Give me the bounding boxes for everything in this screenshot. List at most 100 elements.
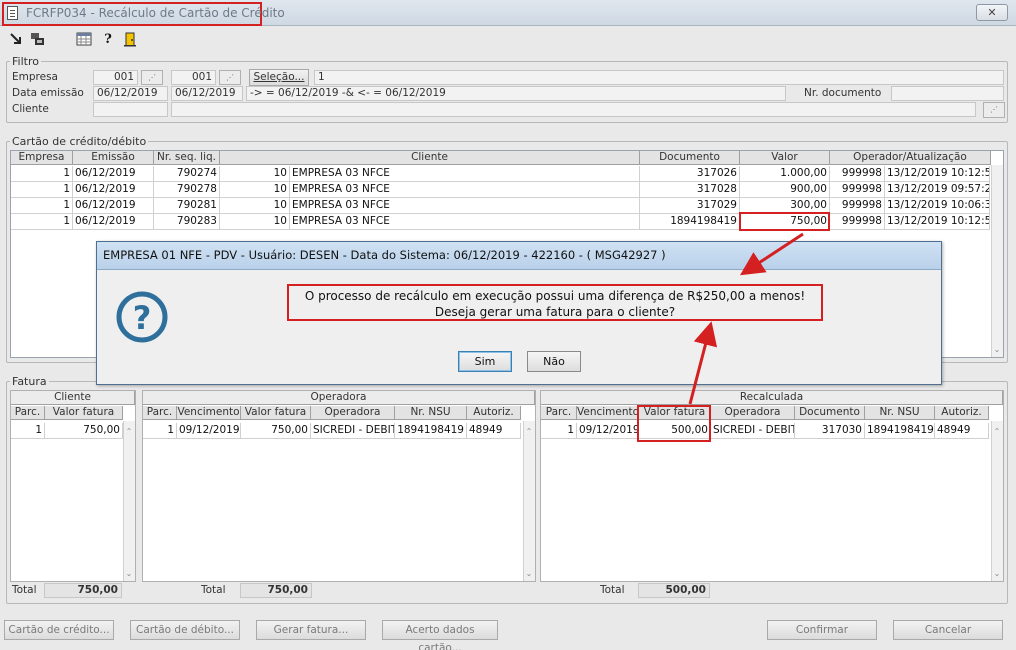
help-icon[interactable]: ?: [100, 32, 116, 48]
card-row-3-cell-8[interactable]: 13/12/2019 10:12:54: [885, 214, 990, 230]
col-operadora[interactable]: Operadora: [711, 406, 795, 420]
operadora-autoriz-cell[interactable]: 48949: [467, 423, 521, 439]
col-emissao[interactable]: Emissão: [73, 151, 154, 165]
col-valor[interactable]: Valor: [740, 151, 830, 165]
col-vencimento[interactable]: Vencimento: [577, 406, 639, 420]
col-parc[interactable]: Parc.: [11, 406, 45, 420]
scroll-down-icon[interactable]: ⌄: [991, 569, 1003, 579]
card-row-0-cell-6[interactable]: 1.000,00: [740, 166, 830, 182]
card-row-1-cell-5[interactable]: 317028: [640, 182, 740, 198]
empresa-lookup-button-1[interactable]: ⋰: [141, 70, 163, 85]
door-icon[interactable]: [122, 32, 138, 48]
cliente-valor-cell[interactable]: 750,00: [45, 423, 123, 439]
nao-button[interactable]: Não: [527, 351, 581, 372]
card-row-1-cell-4[interactable]: EMPRESA 03 NFCE: [290, 182, 640, 198]
card-row-2-cell-5[interactable]: 317029: [640, 198, 740, 214]
card-row-2-cell-4[interactable]: EMPRESA 03 NFCE: [290, 198, 640, 214]
recalc-operadora-cell[interactable]: SICREDI - DEBIT: [711, 423, 795, 439]
col-parc[interactable]: Parc.: [541, 406, 577, 420]
card-row-3-cell-2[interactable]: 790283: [154, 214, 220, 230]
data-emissao-start[interactable]: 06/12/2019: [93, 86, 168, 101]
col-autoriz[interactable]: Autoriz.: [935, 406, 989, 420]
col-operadora[interactable]: Operadora: [311, 406, 395, 420]
cancelar-button[interactable]: Cancelar: [893, 620, 1003, 640]
gerar-fatura-button[interactable]: Gerar fatura...: [256, 620, 366, 640]
exit-icon[interactable]: [8, 32, 24, 48]
card-row-3-cell-7[interactable]: 999998: [830, 214, 885, 230]
card-row-1-cell-0[interactable]: 1: [11, 182, 73, 198]
col-vencimento[interactable]: Vencimento: [177, 406, 241, 420]
card-row-1-cell-8[interactable]: 13/12/2019 09:57:26: [885, 182, 990, 198]
data-emissao-end[interactable]: 06/12/2019: [171, 86, 243, 101]
col-valor-fatura[interactable]: Valor fatura: [45, 406, 123, 420]
scroll-up-icon[interactable]: ⌃: [991, 427, 1003, 437]
card-row-0-cell-7[interactable]: 999998: [830, 166, 885, 182]
col-parc[interactable]: Parc.: [143, 406, 177, 420]
nr-documento-field[interactable]: [891, 86, 1004, 101]
cliente-code-field[interactable]: [93, 102, 168, 117]
card-row-0-cell-1[interactable]: 06/12/2019: [73, 166, 154, 182]
card-row-1-cell-6[interactable]: 900,00: [740, 182, 830, 198]
col-operador[interactable]: Operador/Atualização: [830, 151, 991, 165]
card-grid-scrollbar[interactable]: [991, 165, 1003, 357]
card-row-3-cell-3[interactable]: 10: [220, 214, 290, 230]
sim-button[interactable]: Sim: [458, 351, 512, 372]
col-nr-nsu[interactable]: Nr. NSU: [395, 406, 467, 420]
card-row-3-cell-0[interactable]: 1: [11, 214, 73, 230]
scroll-down-icon[interactable]: ⌄: [991, 345, 1003, 355]
card-row-0-cell-0[interactable]: 1: [11, 166, 73, 182]
card-row-1-cell-1[interactable]: 06/12/2019: [73, 182, 154, 198]
recalc-vencimento-cell[interactable]: 09/12/2019: [577, 423, 639, 439]
acerto-dados-button[interactable]: Acerto dados cartão...: [382, 620, 498, 650]
recalc-nsu-cell[interactable]: 1894198419: [865, 423, 935, 439]
recalc-documento-cell[interactable]: 317030: [795, 423, 865, 439]
card-row-1-cell-3[interactable]: 10: [220, 182, 290, 198]
empresa-field-2[interactable]: 001: [171, 70, 216, 85]
scroll-up-icon[interactable]: ⌃: [523, 427, 535, 437]
recalc-autoriz-cell[interactable]: 48949: [935, 423, 989, 439]
recalc-scrollbar[interactable]: [991, 421, 1003, 581]
col-cliente[interactable]: Cliente: [220, 151, 640, 165]
col-documento[interactable]: Documento: [640, 151, 740, 165]
operadora-valor-cell[interactable]: 750,00: [241, 423, 311, 439]
empresa-lookup-button-2[interactable]: ⋰: [219, 70, 241, 85]
card-row-1-cell-7[interactable]: 999998: [830, 182, 885, 198]
card-row-3-cell-1[interactable]: 06/12/2019: [73, 214, 154, 230]
card-row-2-cell-2[interactable]: 790281: [154, 198, 220, 214]
operadora-scrollbar[interactable]: [523, 421, 535, 581]
card-row-2-cell-1[interactable]: 06/12/2019: [73, 198, 154, 214]
scroll-down-icon[interactable]: ⌄: [523, 569, 535, 579]
col-documento[interactable]: Documento: [795, 406, 865, 420]
card-row-3-cell-4[interactable]: EMPRESA 03 NFCE: [290, 214, 640, 230]
operadora-vencimento-cell[interactable]: 09/12/2019: [177, 423, 241, 439]
scroll-down-icon[interactable]: ⌄: [123, 569, 135, 579]
card-row-0-cell-5[interactable]: 317026: [640, 166, 740, 182]
close-button[interactable]: ✕: [976, 4, 1008, 21]
card-row-2-cell-0[interactable]: 1: [11, 198, 73, 214]
cartao-credito-button[interactable]: Cartão de crédito...: [4, 620, 114, 640]
card-row-3-cell-5[interactable]: 1894198419: [640, 214, 740, 230]
card-row-0-cell-4[interactable]: EMPRESA 03 NFCE: [290, 166, 640, 182]
card-row-1-cell-2[interactable]: 790278: [154, 182, 220, 198]
col-nr-nsu[interactable]: Nr. NSU: [865, 406, 935, 420]
card-row-0-cell-8[interactable]: 13/12/2019 10:12:53: [885, 166, 990, 182]
cliente-lookup-button[interactable]: ⋰: [983, 102, 1005, 118]
card-row-2-cell-8[interactable]: 13/12/2019 10:06:38: [885, 198, 990, 214]
cliente-scrollbar[interactable]: [123, 421, 135, 581]
col-nr-seq[interactable]: Nr. seq. liq.: [154, 151, 220, 165]
recalc-parc-cell[interactable]: 1: [541, 423, 577, 439]
operadora-nsu-cell[interactable]: 1894198419: [395, 423, 467, 439]
operadora-parc-cell[interactable]: 1: [143, 423, 177, 439]
card-row-2-cell-7[interactable]: 999998: [830, 198, 885, 214]
cartao-debito-button[interactable]: Cartão de débito...: [130, 620, 240, 640]
scroll-up-icon[interactable]: ⌃: [123, 427, 135, 437]
col-autoriz[interactable]: Autoriz.: [467, 406, 521, 420]
selecao-button[interactable]: Seleção...: [249, 69, 309, 86]
operadora-nome-cell[interactable]: SICREDI - DEBIT: [311, 423, 395, 439]
calculator-icon[interactable]: [76, 32, 92, 48]
print-icon[interactable]: [29, 32, 45, 48]
empresa-field-1[interactable]: 001: [93, 70, 138, 85]
card-row-2-cell-3[interactable]: 10: [220, 198, 290, 214]
card-row-0-cell-3[interactable]: 10: [220, 166, 290, 182]
confirmar-button[interactable]: Confirmar: [767, 620, 877, 640]
